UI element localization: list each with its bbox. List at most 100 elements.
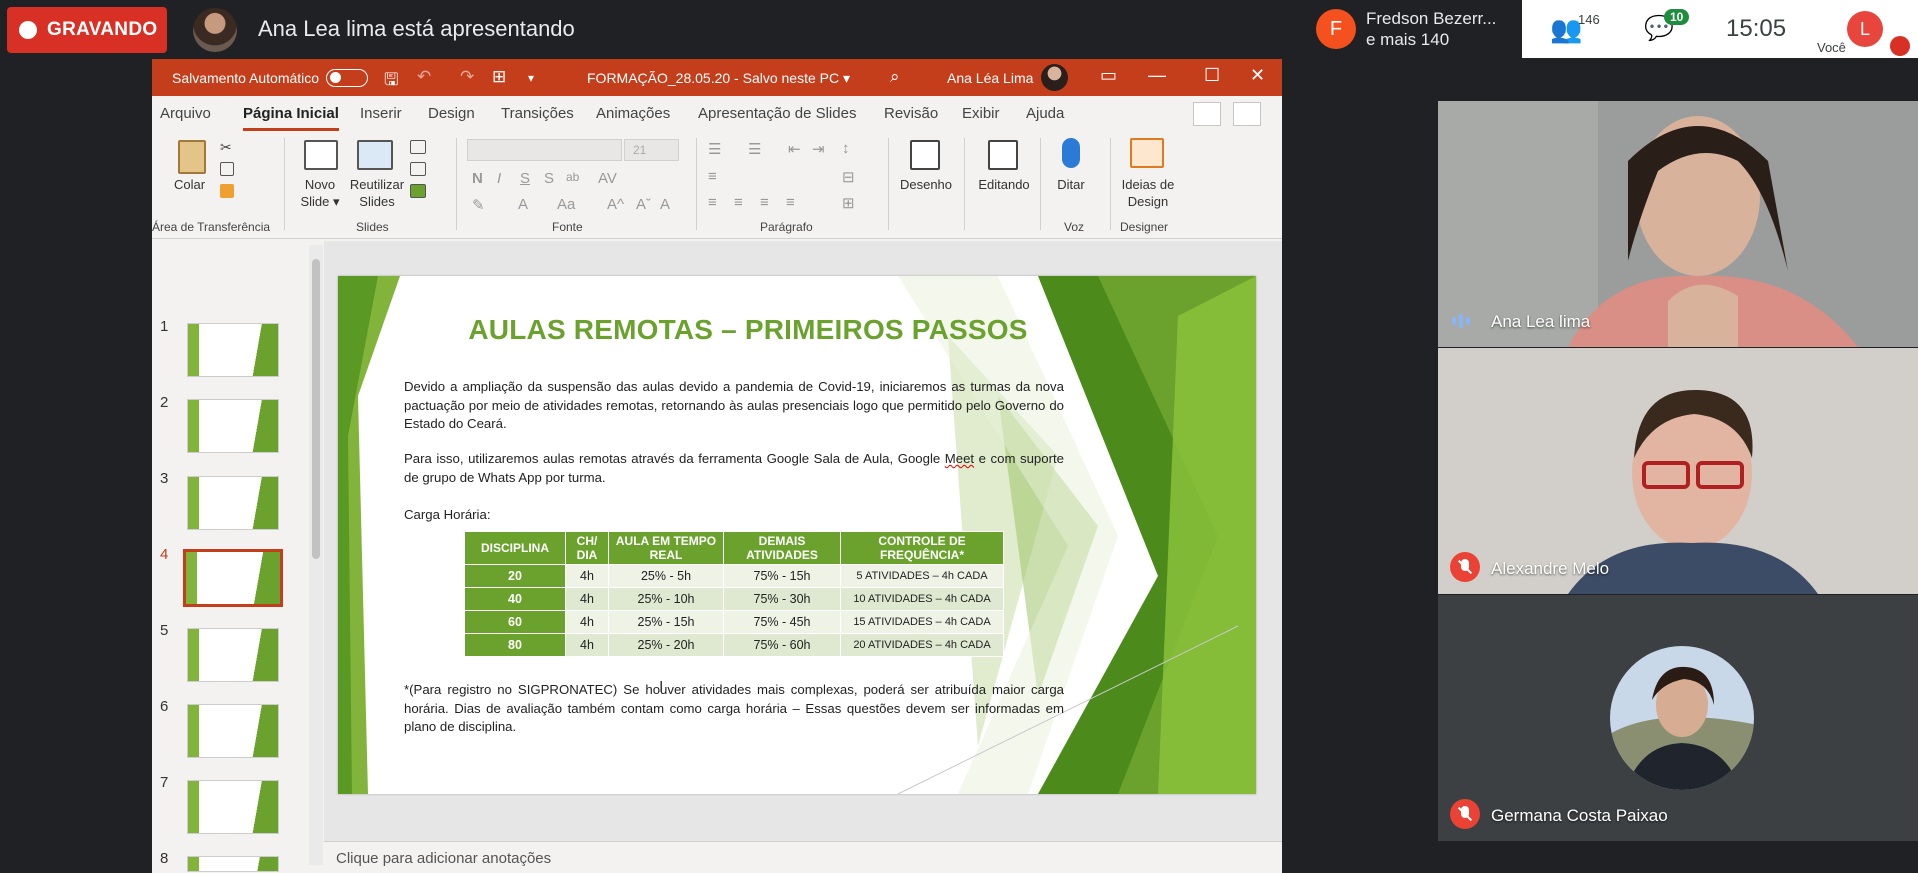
change-case-icon[interactable]: AV [598,170,617,187]
font-color-icon[interactable]: A [518,196,528,213]
slide-thumbnail[interactable] [187,780,279,834]
reuse-slides-button[interactable]: Reutilizar Slides [346,176,408,210]
tab-transicoes[interactable]: Transições [501,105,574,122]
font-size-select[interactable]: 21 [624,139,679,161]
table-row: 60 4h 25% - 15h 75% - 45h 15 ATIVIDADES – 4h… [464,610,1004,634]
font-family-select[interactable] [467,139,622,161]
undo-icon[interactable]: ↶ [417,67,431,87]
section-icon[interactable] [410,184,426,198]
recording-badge[interactable]: GRAVANDO [7,7,167,53]
paste-button[interactable]: Colar [174,176,205,193]
present-icon[interactable]: ⊞ [492,67,506,87]
redo-icon[interactable]: ↷ [460,67,474,87]
find-icon[interactable] [988,140,1018,170]
slide-thumbnail[interactable] [187,856,279,872]
copy-icon[interactable] [220,162,234,176]
user-avatar[interactable] [1041,64,1068,91]
increase-indent-icon[interactable]: ⇥ [812,140,825,158]
align-left-icon[interactable]: ≡ [708,194,717,211]
numbering-icon[interactable]: ☰ [748,140,761,158]
maximize-icon[interactable]: ☐ [1204,65,1220,86]
record-dot-icon [19,21,37,39]
align-text-icon[interactable]: ⊟ [842,168,855,186]
smartart-icon[interactable]: ⊞ [842,194,855,212]
drawing-button[interactable]: Desenho [898,176,954,193]
slide-thumbnail[interactable] [187,476,279,530]
save-icon[interactable]: 🖫 [384,67,398,96]
highlight-icon[interactable]: ✎ [472,196,485,214]
text-effects-icon[interactable]: Aa [557,196,575,213]
reuse-slides-icon[interactable] [357,140,393,170]
reset-icon[interactable] [410,162,426,176]
autosave-toggle[interactable] [326,69,368,87]
thumbnails-scrollbar[interactable] [309,245,323,865]
notes-pane[interactable]: Clique para adicionar anotações [324,841,1282,873]
bold-icon[interactable]: N [472,170,483,187]
tab-animacoes[interactable]: Animações [596,105,670,122]
tab-ajuda[interactable]: Ajuda [1026,105,1064,122]
cut-icon[interactable]: ✂ [220,140,234,154]
clear-format-icon[interactable]: A [660,196,670,213]
drawing-icon[interactable] [910,140,940,170]
comments-button[interactable] [1233,102,1261,126]
voice-group-label: Voz [1064,220,1085,234]
ribbon-display-icon[interactable]: ▭ [1100,65,1117,86]
participant-video [1438,101,1918,347]
grow-font-icon[interactable]: A^ [607,196,624,213]
participant-name: Fredson Bezerr... [1366,9,1497,28]
video-tile-alexandre[interactable]: Alexandre Melo [1438,348,1918,594]
italic-icon[interactable]: I [497,170,501,187]
format-painter-icon[interactable] [220,184,234,198]
slide-thumbnail[interactable] [187,704,279,758]
tab-apresentacao[interactable]: Apresentação de Slides [698,105,856,122]
char-spacing-icon[interactable]: ab [566,170,579,184]
video-tile-germana[interactable]: Germana Costa Paixao [1438,595,1918,841]
share-button[interactable] [1193,102,1221,126]
self-avatar[interactable]: L [1847,11,1883,47]
scrollbar-thumb[interactable] [312,259,320,559]
user-name: Ana Léa Lima [947,70,1034,86]
strikethrough-icon[interactable]: S [544,170,554,187]
shrink-font-icon[interactable]: Aˇ [636,196,651,213]
tab-inserir[interactable]: Inserir [360,105,402,122]
participant-chip[interactable]: F Fredson Bezerr... e mais 140 [1308,0,1518,58]
tab-design[interactable]: Design [428,105,475,122]
text-direction-icon[interactable]: ↕ [842,140,850,157]
design-ideas-button[interactable]: Ideias de Design [1118,176,1178,210]
search-icon[interactable]: ⌕ [890,67,900,87]
layout-icon[interactable] [410,140,426,154]
tab-revisao[interactable]: Revisão [884,105,938,122]
justify-icon[interactable]: ≡ [786,194,795,211]
carga-horaria-label: Carga Horária: [404,507,491,522]
tab-pagina-inicial[interactable]: Página Inicial [243,105,339,131]
new-slide-icon[interactable] [304,140,338,170]
editing-button[interactable]: Editando [976,176,1032,193]
slide-canvas[interactable]: AULAS REMOTAS – PRIMEIROS PASSOS Devido … [338,276,1256,794]
meet-controls-panel: 👥 146 💬 10 15:05 L Você [1522,0,1918,58]
tab-exibir[interactable]: Exibir [962,105,1000,122]
underline-icon[interactable]: S [520,170,530,187]
dictate-icon[interactable] [1062,138,1080,168]
paste-icon[interactable] [178,140,206,174]
customize-qa-icon[interactable]: ▾ [528,71,534,85]
ribbon-tabs: Arquivo Página Inicial Inserir Design Tr… [152,96,1282,132]
align-right-icon[interactable]: ≡ [760,194,769,211]
decrease-indent-icon[interactable]: ⇤ [788,140,801,158]
minimize-icon[interactable]: — [1148,65,1166,86]
slide-thumbnail-active[interactable] [183,549,283,607]
dictate-button[interactable]: Ditar [1046,176,1096,193]
participant-video [1438,348,1918,594]
tab-arquivo[interactable]: Arquivo [160,105,211,122]
slide-title: AULAS REMOTAS – PRIMEIROS PASSOS [468,314,1028,345]
bullets-icon[interactable]: ☰ [708,140,721,158]
close-icon[interactable]: ✕ [1250,65,1265,86]
line-spacing-icon[interactable]: ≡ [708,168,717,185]
slide-thumbnail[interactable] [187,323,279,377]
slide-thumbnail[interactable] [187,399,279,453]
new-slide-button[interactable]: Novo Slide ▾ [296,176,344,210]
design-ideas-icon[interactable] [1130,138,1164,168]
video-tile-ana[interactable]: Ana Lea lima [1438,101,1918,347]
slide-thumbnail[interactable] [187,628,279,682]
align-center-icon[interactable]: ≡ [734,194,743,211]
autosave-label: Salvamento Automático [172,70,320,86]
